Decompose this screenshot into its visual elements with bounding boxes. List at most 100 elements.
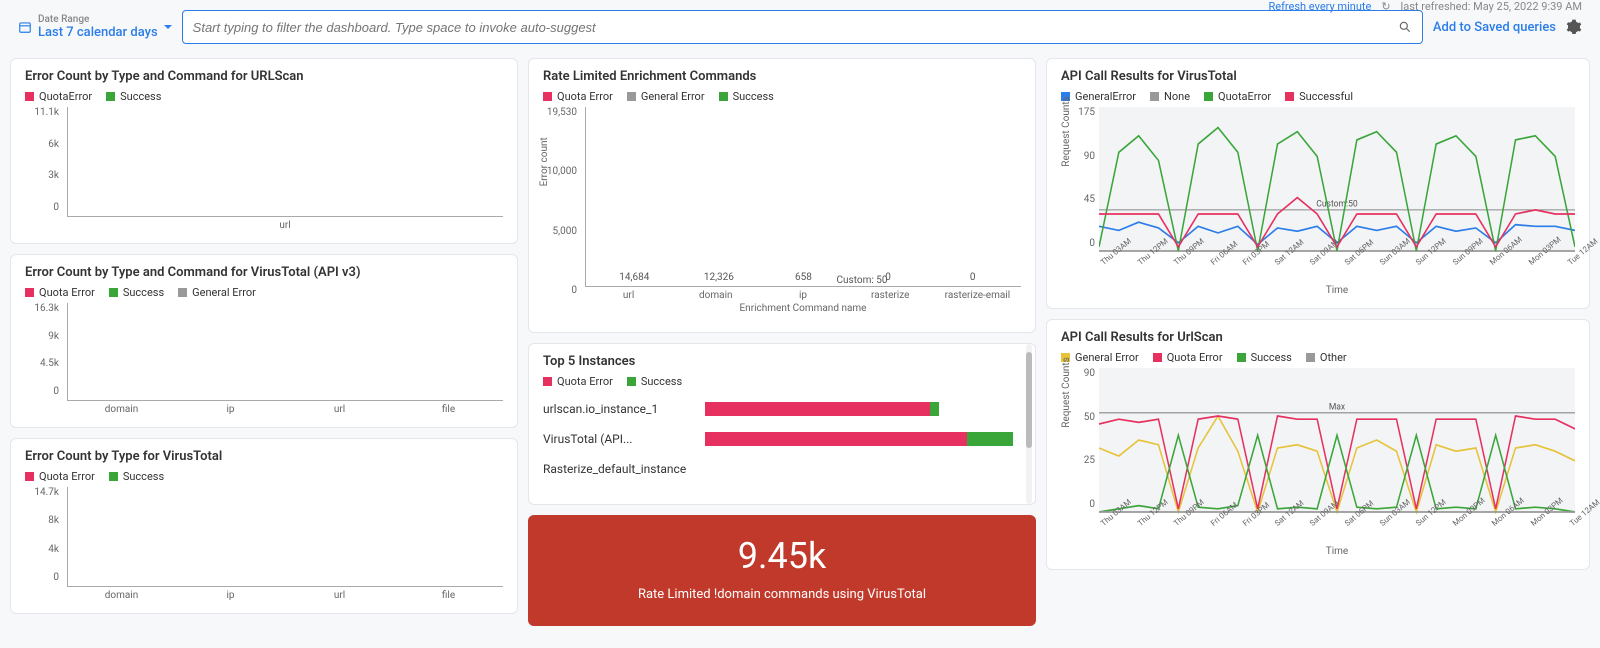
x-axis-title: Time: [1099, 546, 1575, 557]
plot-area: Custom: 50 14,684 12,326 658 0 0: [585, 107, 1021, 287]
legend-item[interactable]: Quota Error: [543, 90, 613, 103]
y-axis: 19,53010,0005,0000: [543, 107, 581, 296]
y-axis: 14.7k8k4k0: [25, 487, 63, 583]
col-3: API Call Results for VirusTotal GeneralE…: [1046, 58, 1590, 626]
bar-data-label: 0: [885, 272, 891, 283]
bar-data-label: 658: [795, 272, 812, 283]
legend-item[interactable]: QuotaError: [25, 90, 92, 103]
legend: General Error Quota Error Success Other: [1061, 351, 1575, 364]
legend: Quota Error Success General Error: [25, 286, 503, 299]
hbar-label: urlscan.io_instance_1: [543, 402, 693, 416]
hbar-row[interactable]: urlscan.io_instance_1: [543, 402, 1013, 416]
search-input-wrapper[interactable]: [182, 10, 1423, 44]
card-title: Error Count by Type and Command for URLS…: [25, 69, 503, 84]
calendar-icon: [18, 20, 32, 34]
x-axis: domainipurlfile: [67, 587, 503, 601]
legend: Quota Error Success: [25, 470, 503, 483]
hbar-label: Rasterize_default_instance: [543, 462, 693, 476]
legend: Quota Error Success: [543, 375, 1013, 388]
refresh-status: Refresh every minute ↻ last refreshed: M…: [1268, 0, 1582, 13]
x-axis-title: Enrichment Command name: [585, 303, 1021, 314]
card-top5: Top 5 Instances Quota Error Success urlsc…: [528, 343, 1036, 505]
legend-item[interactable]: Other: [1306, 351, 1347, 364]
dashboard-grid: Error Count by Type and Command for URLS…: [0, 58, 1600, 636]
card-title: API Call Results for UrlScan: [1061, 330, 1575, 345]
save-query-link[interactable]: Add to Saved queries: [1433, 20, 1556, 35]
x-axis: Thu 03AMThu 12PMThu 09PMFri 06AMFri 03PM…: [1099, 260, 1575, 269]
bar-data-label: 14,684: [619, 272, 649, 283]
scrollbar[interactable]: [1026, 344, 1032, 504]
date-range-label: Date Range: [38, 14, 158, 25]
y-axis: 17590450: [1065, 107, 1095, 249]
refresh-link[interactable]: Refresh every minute: [1268, 0, 1371, 13]
date-range-value: Last 7 calendar days: [38, 25, 158, 40]
date-range-picker[interactable]: Date Range Last 7 calendar days: [18, 14, 172, 40]
x-axis: domainipurlfile: [67, 401, 503, 415]
legend-item[interactable]: Success: [109, 470, 164, 483]
card-title: API Call Results for VirusTotal: [1061, 69, 1575, 84]
toolbar: Refresh every minute ↻ last refreshed: M…: [0, 0, 1600, 58]
legend-item[interactable]: Quota Error: [1153, 351, 1223, 364]
search-icon[interactable]: [1398, 20, 1412, 34]
card-vt-results: API Call Results for VirusTotal GeneralE…: [1046, 58, 1590, 309]
legend-item[interactable]: General Error: [627, 90, 705, 103]
kpi-value: 9.45k: [538, 535, 1026, 577]
card-urlscan-results: API Call Results for UrlScan General Err…: [1046, 319, 1590, 570]
line-chart: 9050250 Max Thu 03AMThu 12PMThu 09PMFri …: [1099, 368, 1575, 528]
legend-item[interactable]: Successful: [1285, 90, 1353, 103]
legend: QuotaError Success: [25, 90, 503, 103]
card-title: Error Count by Type and Command for Viru…: [25, 265, 503, 280]
svg-text:Custom:50: Custom:50: [1316, 199, 1357, 210]
legend-item[interactable]: QuotaError: [1204, 90, 1271, 103]
y-axis: 11.1k6k3k0: [25, 107, 63, 213]
bar-data-label: 12,326: [704, 272, 734, 283]
col-2: Rate Limited Enrichment Commands Quota E…: [528, 58, 1036, 626]
card-rate-limited: Rate Limited Enrichment Commands Quota E…: [528, 58, 1036, 333]
x-axis: url: [67, 217, 503, 231]
legend-item[interactable]: Success: [627, 375, 682, 388]
legend-item[interactable]: Success: [109, 286, 164, 299]
plot-area: [67, 303, 503, 401]
hbar-row[interactable]: VirusTotal (API...: [543, 432, 1013, 446]
search-input[interactable]: [193, 20, 1398, 35]
x-axis: urldomainiprasterizerasterize-email: [585, 287, 1021, 301]
reference-label: Custom: 50: [834, 275, 891, 286]
card-title: Rate Limited Enrichment Commands: [543, 69, 1021, 84]
col-1: Error Count by Type and Command for URLS…: [10, 58, 518, 626]
card-title: Top 5 Instances: [543, 354, 1013, 369]
legend-item[interactable]: General Error: [1061, 351, 1139, 364]
hbar-label: VirusTotal (API...: [543, 432, 693, 446]
y-axis: 16.3k9k4.5k0: [25, 303, 63, 397]
chevron-down-icon: [164, 25, 172, 33]
refresh-icon[interactable]: ↻: [1381, 0, 1390, 13]
legend-item[interactable]: None: [1150, 90, 1190, 103]
legend-item[interactable]: Success: [106, 90, 161, 103]
legend-item[interactable]: Quota Error: [25, 470, 95, 483]
plot-area: [67, 107, 503, 217]
legend: Quota Error General Error Success: [543, 90, 1021, 103]
y-axis: 9050250: [1065, 368, 1095, 510]
legend-item[interactable]: Success: [1237, 351, 1292, 364]
x-axis-title: Time: [1099, 285, 1575, 296]
card-urlscan-errors: Error Count by Type and Command for URLS…: [10, 58, 518, 244]
card-title: Error Count by Type for VirusTotal: [25, 449, 503, 464]
kpi-card: 9.45k Rate Limited !domain commands usin…: [528, 515, 1036, 626]
hbar-list: urlscan.io_instance_1 VirusTotal (API... R…: [543, 402, 1013, 476]
card-vt-api-errors: Error Count by Type and Command for Viru…: [10, 254, 518, 428]
legend-item[interactable]: Quota Error: [25, 286, 95, 299]
line-chart: 17590450 Custom:50 Thu 03AMThu 12PMThu 0…: [1099, 107, 1575, 267]
x-axis: Thu 03AMThu 12PMThu 09PMFri 06AMFri 03PM…: [1099, 521, 1575, 530]
legend: GeneralError None QuotaError Successful: [1061, 90, 1575, 103]
gear-icon[interactable]: [1566, 19, 1582, 35]
card-vt-type-errors: Error Count by Type for VirusTotal Quota…: [10, 438, 518, 614]
svg-text:Max: Max: [1329, 402, 1346, 413]
legend-item[interactable]: GeneralError: [1061, 90, 1136, 103]
bar-data-label: 0: [970, 272, 976, 283]
legend-item[interactable]: Success: [719, 90, 774, 103]
last-refreshed: last refreshed: May 25, 2022 9:39 AM: [1401, 0, 1582, 13]
kpi-label: Rate Limited !domain commands using Viru…: [538, 587, 1026, 602]
legend-item[interactable]: Quota Error: [543, 375, 613, 388]
hbar-row[interactable]: Rasterize_default_instance: [543, 462, 1013, 476]
legend-item[interactable]: General Error: [178, 286, 256, 299]
plot-area: [67, 487, 503, 587]
